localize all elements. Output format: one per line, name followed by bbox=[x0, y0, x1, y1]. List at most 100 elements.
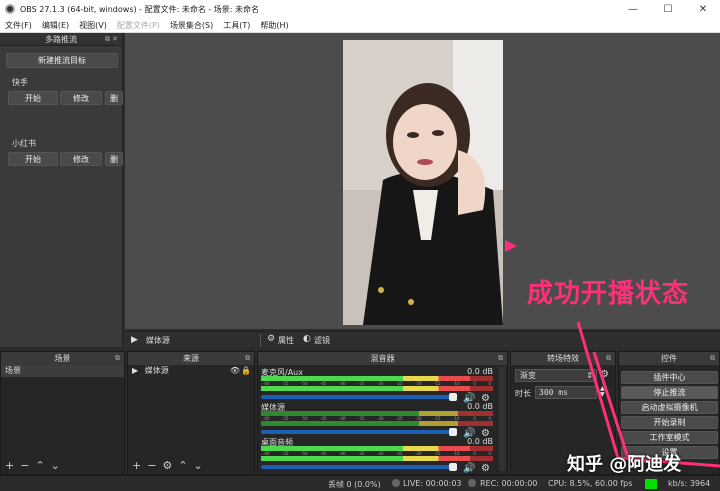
target-kuaishou-start-button[interactable]: 开始 bbox=[8, 91, 58, 105]
target-xiaohongshu-start-button[interactable]: 开始 bbox=[8, 152, 58, 166]
connection-status-icon bbox=[645, 479, 657, 489]
volume-meter-fill bbox=[261, 456, 470, 461]
dock-float-icon[interactable]: ⧉ bbox=[245, 354, 250, 363]
menu-file[interactable]: 文件(F) bbox=[0, 20, 37, 31]
remove-icon[interactable]: − bbox=[20, 459, 29, 472]
sources-toolbar: + − ⚙ ⌃ ⌄ bbox=[132, 459, 203, 472]
remove-icon[interactable]: − bbox=[147, 459, 156, 472]
visibility-eye-icon[interactable]: 👁 bbox=[230, 365, 240, 377]
maximize-button[interactable]: ☐ bbox=[651, 0, 685, 18]
obs-logo-icon bbox=[5, 4, 15, 14]
volume-meter bbox=[261, 421, 493, 426]
new-target-button[interactable]: 新建推流目标 bbox=[6, 53, 118, 68]
audio-mixer-panel: 混音器 ⧉ 麦克风/Aux 0.0 dB -60 -55 -50 -45 -40 -35 -30-… bbox=[257, 351, 508, 475]
menu-profile[interactable]: 配置文件(P) bbox=[112, 20, 165, 31]
scene-item[interactable]: 场景 bbox=[1, 365, 124, 377]
minimize-button[interactable]: — bbox=[616, 0, 650, 18]
channel-name: 麦克风/Aux bbox=[261, 368, 303, 377]
target-xiaohongshu-delete-button[interactable]: 删 bbox=[105, 152, 123, 166]
multistream-title: 多路推流 bbox=[45, 34, 77, 44]
channel-name: 媒体源 bbox=[261, 403, 285, 412]
sources-panel: 来源 ⧉ ▶ 媒体源 👁 🔒 + − ⚙ ⌃ ⌄ bbox=[127, 351, 255, 475]
title-bar: OBS 27.1.3 (64-bit, windows) - 配置文件: 未命名… bbox=[0, 0, 720, 18]
rec-indicator-icon bbox=[468, 479, 476, 487]
filter-icon[interactable]: ◐ bbox=[303, 334, 311, 344]
channel-db: 0.0 dB bbox=[467, 437, 493, 446]
gear-icon[interactable]: ⚙ bbox=[267, 334, 275, 344]
volume-meter-fill bbox=[261, 376, 470, 381]
volume-slider-knob[interactable] bbox=[449, 463, 457, 471]
add-icon[interactable]: + bbox=[132, 459, 141, 472]
dock-float-icon[interactable]: ⧉ bbox=[115, 354, 120, 363]
menu-tools[interactable]: 工具(T) bbox=[218, 20, 255, 31]
volume-meter bbox=[261, 411, 493, 416]
source-item-label: 媒体源 bbox=[144, 366, 169, 375]
volume-slider[interactable] bbox=[261, 463, 457, 471]
mixer-channel: 媒体源 0.0 dB -60 -55 -50 -45 -40 -35 -30 -25 -20 -15-… bbox=[261, 402, 493, 439]
arrow-marker-icon bbox=[505, 240, 517, 252]
add-icon[interactable]: + bbox=[5, 459, 14, 472]
target-kuaishou-delete-button[interactable]: 删 bbox=[105, 91, 123, 105]
context-source-name: 媒体源 bbox=[145, 335, 170, 345]
volume-slider[interactable] bbox=[261, 428, 457, 436]
dock-float-close-icon[interactable]: ⧉ ✕ bbox=[105, 35, 118, 44]
sources-header: 来源 ⧉ bbox=[128, 352, 254, 365]
speaker-icon[interactable]: 🔊 bbox=[463, 463, 475, 474]
volume-slider[interactable] bbox=[261, 393, 457, 401]
menu-edit[interactable]: 编辑(E) bbox=[37, 20, 74, 31]
volume-meter-fill bbox=[261, 446, 470, 451]
mixer-title: 混音器 bbox=[370, 354, 395, 363]
mixer-header: 混音器 ⧉ bbox=[258, 352, 507, 365]
move-down-icon[interactable]: ⌄ bbox=[51, 459, 60, 472]
dock-float-icon[interactable]: ⧉ bbox=[498, 354, 503, 363]
scenes-panel: 场景 ⧉ 场景 + − ⌃ ⌄ bbox=[0, 351, 125, 475]
lock-icon[interactable]: 🔒 bbox=[241, 365, 251, 377]
live-time: LIVE: 00:00:03 bbox=[403, 479, 462, 488]
move-up-icon[interactable]: ⌃ bbox=[35, 459, 44, 472]
mixer-scrollbar[interactable] bbox=[499, 367, 505, 471]
transition-type: 渐变 bbox=[520, 371, 536, 380]
target-name-xiaohongshu: 小红书 bbox=[12, 139, 36, 148]
menu-help[interactable]: 帮助(H) bbox=[255, 20, 293, 31]
menu-view[interactable]: 视图(V) bbox=[74, 20, 112, 31]
volume-slider-knob[interactable] bbox=[449, 393, 457, 401]
sources-title: 来源 bbox=[183, 354, 199, 363]
close-button[interactable]: ✕ bbox=[686, 0, 720, 18]
duration-label: 时长 bbox=[515, 389, 531, 398]
move-up-icon[interactable]: ⌃ bbox=[178, 459, 187, 472]
live-indicator-icon bbox=[392, 479, 400, 487]
properties-button[interactable]: 属性 bbox=[278, 335, 294, 346]
status-bar: 丢帧 0 (0.0%) LIVE: 00:00:03 REC: 00:00:00… bbox=[0, 475, 720, 491]
scenes-title: 场景 bbox=[54, 354, 71, 363]
channel-db: 0.0 dB bbox=[467, 402, 493, 411]
source-item[interactable]: ▶ 媒体源 👁 🔒 bbox=[128, 365, 254, 377]
menu-bar: 文件(F) 编辑(E) 视图(V) 配置文件(P) 场景集合(S) 工具(T) … bbox=[0, 18, 720, 33]
play-icon[interactable]: ▶ bbox=[131, 335, 138, 345]
scenes-toolbar: + − ⌃ ⌄ bbox=[5, 459, 60, 472]
volume-slider-knob[interactable] bbox=[449, 428, 457, 436]
window-title: OBS 27.1.3 (64-bit, windows) - 配置文件: 未命名… bbox=[20, 4, 260, 14]
divider bbox=[260, 334, 261, 347]
volume-meter-fill bbox=[261, 386, 470, 391]
target-kuaishou-edit-button[interactable]: 修改 bbox=[60, 91, 102, 105]
bitrate: kb/s: 3964 bbox=[668, 479, 711, 488]
channel-name: 桌面音频 bbox=[261, 438, 293, 447]
target-name-kuaishou: 快手 bbox=[12, 78, 28, 87]
multistream-dock-header: 多路推流 ⧉ ✕ bbox=[0, 33, 122, 46]
channel-db: 0.0 dB bbox=[467, 367, 493, 376]
stream-preview-video bbox=[343, 40, 503, 325]
watermark-text: 知乎 @阿迪发 bbox=[567, 454, 682, 475]
cpu-fps: CPU: 8.5%, 60.00 fps bbox=[548, 479, 633, 488]
filters-button[interactable]: 滤镜 bbox=[314, 335, 330, 346]
menu-scene-collection[interactable]: 场景集合(S) bbox=[165, 20, 218, 31]
gear-icon[interactable]: ⚙ bbox=[481, 463, 490, 474]
volume-meter bbox=[261, 446, 493, 451]
dropped-frames: 丢帧 0 (0.0%) bbox=[328, 480, 381, 489]
target-xiaohongshu-edit-button[interactable]: 修改 bbox=[60, 152, 102, 166]
move-down-icon[interactable]: ⌄ bbox=[194, 459, 203, 472]
volume-meter bbox=[261, 456, 493, 461]
volume-meter bbox=[261, 376, 493, 381]
volume-meter bbox=[261, 386, 493, 391]
gear-icon[interactable]: ⚙ bbox=[162, 459, 172, 472]
mixer-channel: 桌面音频 0.0 dB -60 -55 -50 -45 -40 -35 -30 -25 -20 -15… bbox=[261, 437, 493, 474]
